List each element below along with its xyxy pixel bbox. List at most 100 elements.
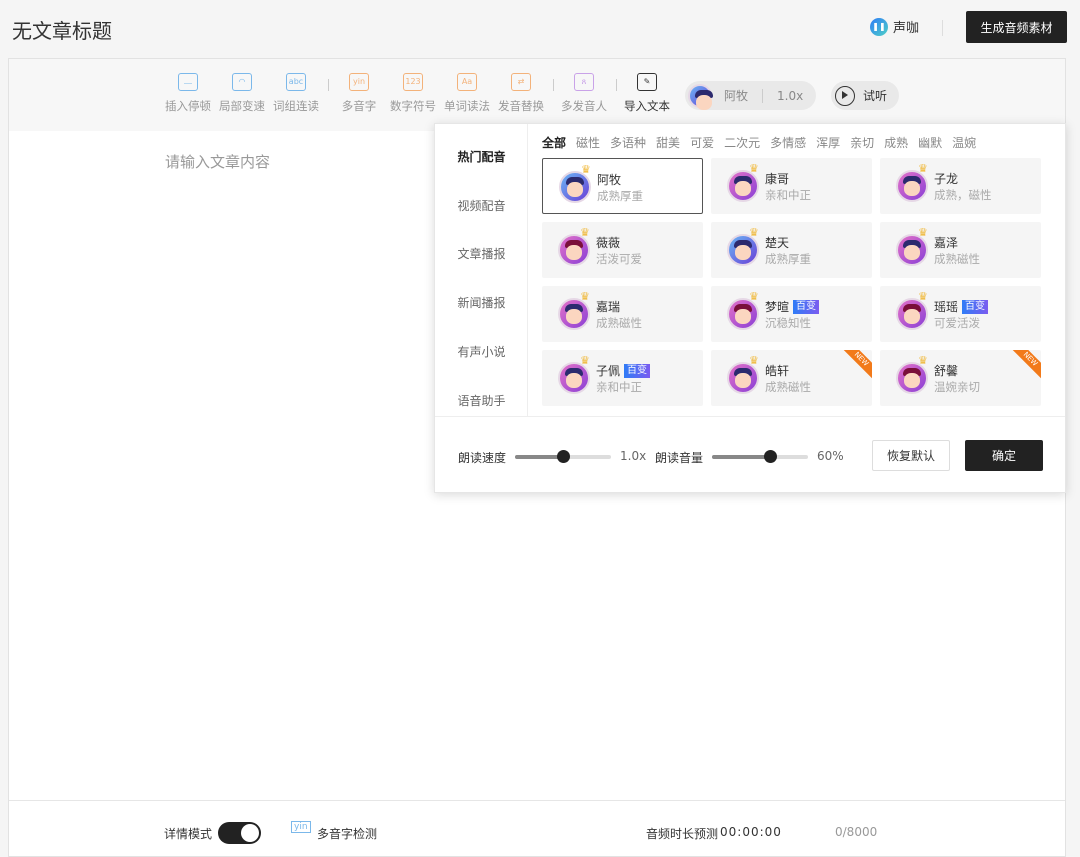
new-badge: NEW [1008, 350, 1041, 382]
slider-handle[interactable] [557, 450, 570, 463]
speed-slider[interactable] [515, 450, 611, 463]
voice-name-text: 楚天 [765, 236, 790, 250]
voice-category-item[interactable]: 热门配音 [435, 148, 528, 165]
voice-card[interactable]: ♛ 楚天 成熟厚重 [711, 222, 872, 278]
volume-label: 朗读音量 [655, 451, 704, 465]
voice-description: 可爱活泼 [934, 316, 980, 330]
voice-speed: 1.0x [777, 88, 804, 103]
volume-slider[interactable] [712, 450, 808, 463]
tool-label: 发音替换 [498, 99, 544, 113]
voice-description: 成熟厚重 [765, 252, 811, 266]
voice-description: 亲和中正 [596, 380, 642, 394]
voice-name: 舒馨 [934, 362, 958, 379]
tool-speedometer[interactable]: ◠ 局部变速 [214, 73, 270, 114]
voice-tag[interactable]: 浑厚 [816, 134, 840, 151]
tool-import-text[interactable]: ✎ 导入文本 [619, 73, 675, 114]
voice-tag[interactable]: 可爱 [690, 134, 714, 151]
voice-card[interactable]: ♛ 子佩 百变 亲和中正 [542, 350, 703, 406]
voice-tag[interactable]: 成熟 [884, 134, 908, 151]
voice-description: 温婉亲切 [934, 380, 980, 394]
tool-label: 多音字 [341, 99, 377, 113]
tool-yin[interactable]: yin 多音字 [331, 73, 387, 114]
voice-name: 康哥 [765, 170, 789, 187]
generate-audio-button[interactable]: 生成音频素材 [966, 11, 1067, 43]
voice-name: 薇薇 [596, 234, 620, 251]
voice-category-item[interactable]: 新闻播报 [435, 294, 528, 311]
tool-replace[interactable]: ⇄ 发音替换 [493, 73, 549, 114]
number-icon: 123 [403, 73, 423, 91]
voice-name: 子龙 [934, 170, 958, 187]
crown-icon: ♛ [580, 354, 590, 367]
crown-icon: ♛ [749, 226, 759, 239]
tool-pause-insert[interactable]: ⎼ 插入停顿 [160, 73, 216, 114]
voice-name: 瑶瑶 百变 [934, 298, 989, 315]
voice-tag-filter: 全部 磁性 多语种 甜美 可爱 二次元 多情感 浑厚 亲切 成熟 幽默 温婉 [542, 134, 976, 151]
article-title[interactable]: 无文章标题 [12, 15, 112, 44]
voice-tag[interactable]: 甜美 [656, 134, 680, 151]
confirm-button[interactable]: 确定 [965, 440, 1043, 471]
pause-insert-icon: ⎼ [178, 73, 198, 91]
play-icon [835, 85, 855, 106]
voice-tag[interactable]: 磁性 [576, 134, 600, 151]
tool-multi-speaker[interactable]: ጸ 多发音人 [556, 73, 612, 114]
voice-tag[interactable]: 多语种 [610, 134, 646, 151]
voice-card[interactable]: ♛ 康哥 亲和中正 [711, 158, 872, 214]
voice-name-text: 皓轩 [765, 364, 790, 378]
voice-card[interactable]: ♛ 皓轩 成熟磁性 NEW [711, 350, 872, 406]
word-icon: Aa [457, 73, 477, 91]
polyphone-check-button[interactable]: 多音字检测 [317, 825, 377, 842]
divider [762, 88, 764, 103]
voice-selector[interactable]: 阿牧 1.0x [685, 81, 816, 110]
voice-card[interactable]: ♛ 嘉泽 成熟磁性 [880, 222, 1041, 278]
speed-label: 朗读速度 [458, 451, 507, 465]
divider [942, 20, 943, 36]
tool-word[interactable]: Aa 单词读法 [439, 73, 495, 114]
voice-name-text: 嘉泽 [934, 236, 959, 250]
voice-card[interactable]: ♛ 子龙 成熟，磁性 [880, 158, 1041, 214]
voice-category-item[interactable]: 有声小说 [435, 343, 528, 360]
voice-name-text: 瑶瑶 [934, 300, 959, 314]
voice-card[interactable]: ♛ 嘉瑞 成熟磁性 [542, 286, 703, 342]
voice-tag[interactable]: 全部 [542, 134, 566, 151]
voice-tag[interactable]: 亲切 [850, 134, 874, 151]
voice-tag[interactable]: 二次元 [724, 134, 760, 151]
voice-name: 阿牧 [724, 89, 749, 103]
voice-card[interactable]: ♛ 薇薇 活泼可爱 [542, 222, 703, 278]
divider [616, 79, 617, 91]
voice-category-item[interactable]: 语音助手 [435, 392, 528, 409]
voice-card[interactable]: ♛ 瑶瑶 百变 可爱活泼 [880, 286, 1041, 342]
voice-category-item[interactable]: 视频配音 [435, 197, 528, 214]
article-content-input[interactable]: 请输入文章内容 [165, 151, 270, 172]
variety-badge: 百变 [962, 299, 989, 314]
slider-handle[interactable] [763, 450, 777, 463]
voice-card[interactable]: ♛ 梦暄 百变 沉稳知性 [711, 286, 872, 342]
voice-card[interactable]: ♛ 舒馨 温婉亲切 NEW [880, 350, 1041, 406]
voice-name-text: 子佩 [596, 364, 621, 378]
voice-tag[interactable]: 幽默 [918, 134, 942, 151]
brand-name: 声咖 [893, 21, 920, 36]
crown-icon: ♛ [580, 226, 590, 239]
status-bar: 详情模式 yin 多音字检测 音频时长预测 00:00:00 0/8000 [9, 800, 1065, 857]
voice-tag[interactable]: 温婉 [952, 134, 976, 151]
voice-category-item[interactable]: 文章播报 [435, 245, 528, 262]
tool-label: 插入停顿 [165, 99, 211, 113]
char-count: 0/8000 [835, 825, 878, 839]
voice-name: 阿牧 [597, 171, 621, 188]
tool-abc[interactable]: abc 词组连读 [268, 73, 324, 114]
detail-mode-toggle[interactable] [218, 822, 261, 844]
voice-description: 成熟，磁性 [934, 188, 992, 202]
voice-description: 沉稳知性 [765, 316, 811, 330]
crown-icon: ♛ [749, 354, 759, 367]
voice-tag[interactable]: 多情感 [770, 134, 806, 151]
crown-icon: ♛ [581, 163, 591, 176]
toolbar: ⎼ 插入停顿 ◠ 局部变速 abc 词组连读 yin 多音字 123 数字符号 Aa 单词读法 ⇄ 发音替… [9, 59, 1065, 131]
crown-icon: ♛ [749, 162, 759, 175]
voice-description: 成熟磁性 [765, 380, 811, 394]
voice-name-text: 嘉瑞 [596, 300, 621, 314]
reset-default-button[interactable]: 恢复默认 [872, 440, 950, 471]
listen-button[interactable]: 试听 [831, 81, 899, 110]
tool-number[interactable]: 123 数字符号 [385, 73, 441, 114]
variety-badge: 百变 [793, 299, 820, 314]
voice-card[interactable]: ♛ 阿牧 成熟厚重 [542, 158, 703, 214]
voice-picker-popup: 热门配音视频配音文章播报新闻播报有声小说语音助手 全部 磁性 多语种 甜美 可爱 二次元多… [434, 123, 1066, 493]
